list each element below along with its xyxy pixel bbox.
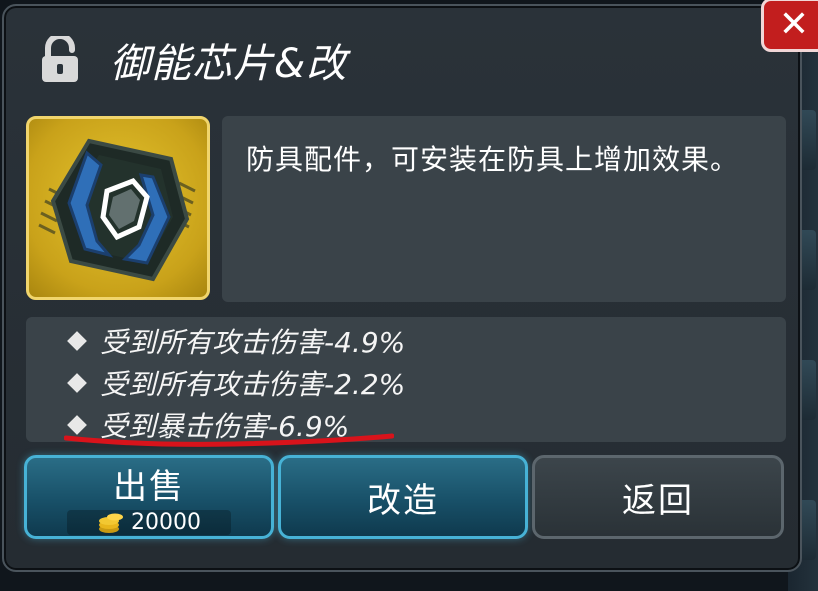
upgrade-button[interactable]: 改造 <box>278 455 528 539</box>
sell-price: 20000 <box>67 510 231 535</box>
description-box: 防具配件，可安装在防具上增加效果。 <box>222 116 786 302</box>
stat-text: 受到所有攻击伤害-4.9% <box>100 326 406 359</box>
back-button-label: 返回 <box>622 480 694 521</box>
stats-box: 受到所有攻击伤害-4.9% 受到所有攻击伤害-2.2% 受到暴击伤害-6.9% <box>26 317 786 443</box>
item-icon-frame <box>26 116 210 300</box>
sell-button[interactable]: 出售 20000 <box>24 455 274 539</box>
lock-open-icon[interactable] <box>40 33 80 84</box>
chip-item-icon <box>38 138 196 282</box>
item-title: 御能芯片&改 <box>110 41 348 87</box>
sell-button-label: 出售 <box>113 467 185 507</box>
panel-header: 御能芯片&改 <box>40 30 347 90</box>
coin-stack-icon <box>97 511 125 535</box>
diamond-bullet-icon <box>67 373 87 393</box>
stat-text: 受到所有攻击伤害-2.2% <box>100 368 406 401</box>
sell-price-value: 20000 <box>131 510 201 535</box>
close-icon[interactable]: ✕ <box>761 0 818 52</box>
stat-line: 受到所有攻击伤害-2.2% <box>67 363 406 403</box>
item-detail-panel: 御能芯片&改 防具配件，可安装在防具上增加效果。 受到所有攻击伤害-4.9% 受… <box>2 0 818 572</box>
item-description: 防具配件，可安装在防具上增加效果。 <box>246 143 740 176</box>
back-button[interactable]: 返回 <box>532 455 784 539</box>
stat-line: 受到所有攻击伤害-4.9% <box>67 321 406 361</box>
red-underline-annotation <box>64 433 394 447</box>
diamond-bullet-icon <box>67 331 87 351</box>
upgrade-button-label: 改造 <box>367 480 439 521</box>
